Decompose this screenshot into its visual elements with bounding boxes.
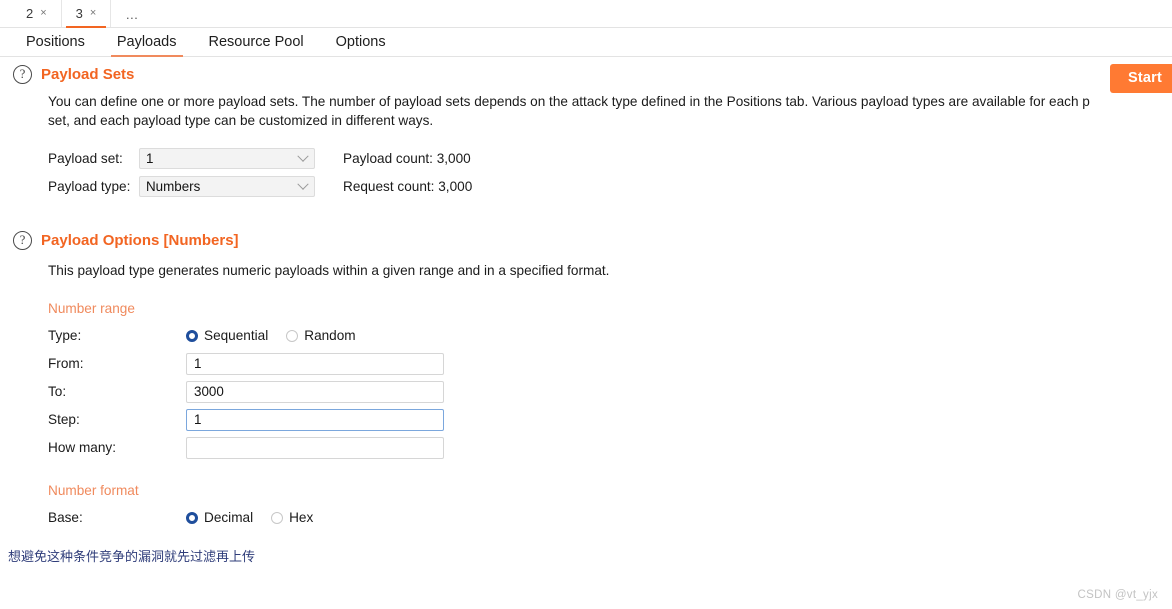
chevron-down-icon: [297, 178, 309, 190]
payload-options-header: ? Payload Options [Numbers]: [0, 230, 1172, 250]
payload-set-value: 1: [146, 151, 154, 167]
payload-set-label: Payload set:: [48, 151, 123, 167]
request-count: Request count: 3,000: [343, 179, 472, 194]
radio-sequential-label: Sequential: [204, 328, 269, 344]
radio-sequential-indicator: [186, 329, 198, 342]
tab-overflow-icon[interactable]: …: [111, 0, 153, 27]
type-label: Type:: [48, 328, 82, 344]
base-label: Base:: [48, 510, 83, 526]
number-format-fields: Base: Decimal Hex: [48, 504, 1172, 532]
payload-set-select[interactable]: 1: [139, 148, 315, 170]
numbered-tab-2[interactable]: 2 ×: [12, 0, 61, 27]
payload-sets-description-line1: You can define one or more payload sets.…: [48, 94, 1090, 109]
payload-count: Payload count: 3,000: [343, 151, 471, 166]
step-label: Step:: [48, 412, 80, 428]
radio-sequential[interactable]: Sequential: [186, 328, 268, 343]
watermark: CSDN @vt_yjx: [1077, 589, 1158, 601]
request-count-value: 3,000: [438, 179, 473, 195]
radio-hex-indicator: [271, 511, 284, 524]
base-row: Base: Decimal Hex: [48, 504, 1172, 532]
caption-text: 想避免这种条件竞争的漏洞就先过滤再上传: [8, 550, 256, 565]
payload-sets-description: You can define one or more payload sets.…: [48, 92, 1172, 131]
numbered-tab-3[interactable]: 3 ×: [60, 0, 112, 28]
request-count-label: Request count:: [343, 179, 435, 195]
radio-decimal-label: Decimal: [204, 510, 254, 526]
payload-count-label: Payload count:: [343, 151, 433, 167]
type-row: Type: Sequential Random: [48, 322, 1172, 350]
radio-random-label: Random: [304, 328, 356, 344]
payload-sets-description-line2: set, and each payload type can be custom…: [48, 113, 434, 129]
close-icon[interactable]: ×: [90, 8, 96, 19]
chevron-down-icon: [297, 150, 309, 162]
radio-hex-label: Hex: [289, 510, 314, 526]
how-many-row: How many:: [48, 434, 1172, 462]
numbered-tab-strip: 2 × 3 × …: [0, 0, 1172, 28]
to-input[interactable]: 3000: [186, 380, 444, 403]
radio-random[interactable]: Random: [286, 328, 356, 344]
help-icon[interactable]: ?: [13, 65, 32, 84]
to-row: To: 3000: [48, 378, 1172, 406]
payload-type-value: Numbers: [146, 179, 201, 195]
payload-options-title: Payload Options [Numbers]: [41, 231, 239, 249]
tab-resource-pool[interactable]: Resource Pool: [193, 28, 320, 57]
start-button[interactable]: Start: [1109, 64, 1172, 93]
tab-payloads[interactable]: Payloads: [101, 28, 193, 57]
help-icon[interactable]: ?: [13, 230, 32, 250]
step-input[interactable]: 1: [186, 408, 444, 431]
payload-options-description: This payload type generates numeric payl…: [48, 262, 610, 278]
numbered-tab-2-label: 2: [26, 6, 34, 21]
how-many-input[interactable]: [186, 436, 444, 459]
tab-options[interactable]: Options: [320, 28, 402, 57]
radio-decimal[interactable]: Decimal: [186, 510, 253, 525]
radio-decimal-indicator: [186, 511, 198, 524]
radio-hex[interactable]: Hex: [271, 510, 313, 525]
close-icon[interactable]: ×: [40, 8, 46, 19]
from-input[interactable]: 1: [186, 352, 444, 375]
payload-sets-fields: Payload set: 1 Payload count: 3,000 Payl…: [48, 145, 1172, 201]
from-label: From:: [48, 356, 84, 372]
tab-positions[interactable]: Positions: [10, 28, 101, 57]
payload-type-row: Payload type: Numbers Request count: 3,0…: [48, 173, 1172, 201]
how-many-label: How many:: [48, 440, 116, 456]
payload-type-label: Payload type:: [48, 179, 131, 195]
radio-random-indicator: [286, 329, 299, 342]
step-row: Step: 1: [48, 406, 1172, 434]
payload-sets-header: ? Payload Sets: [0, 65, 1172, 84]
payload-type-select[interactable]: Numbers: [139, 176, 315, 198]
payload-set-row: Payload set: 1 Payload count: 3,000: [48, 145, 1172, 173]
numbered-tab-3-label: 3: [75, 6, 83, 21]
number-format-heading: Number format: [48, 482, 139, 498]
to-label: To:: [48, 384, 67, 400]
section-tab-bar: Positions Payloads Resource Pool Options: [0, 28, 1172, 57]
payloads-panel: Start ? Payload Sets You can define one …: [0, 57, 1172, 561]
number-range-heading: Number range: [48, 300, 135, 316]
payload-sets-title: Payload Sets: [41, 66, 135, 83]
number-range-fields: Type: Sequential Random From: 1 To: 3000…: [48, 322, 1172, 462]
payload-count-value: 3,000: [436, 151, 471, 167]
from-row: From: 1: [48, 350, 1172, 378]
